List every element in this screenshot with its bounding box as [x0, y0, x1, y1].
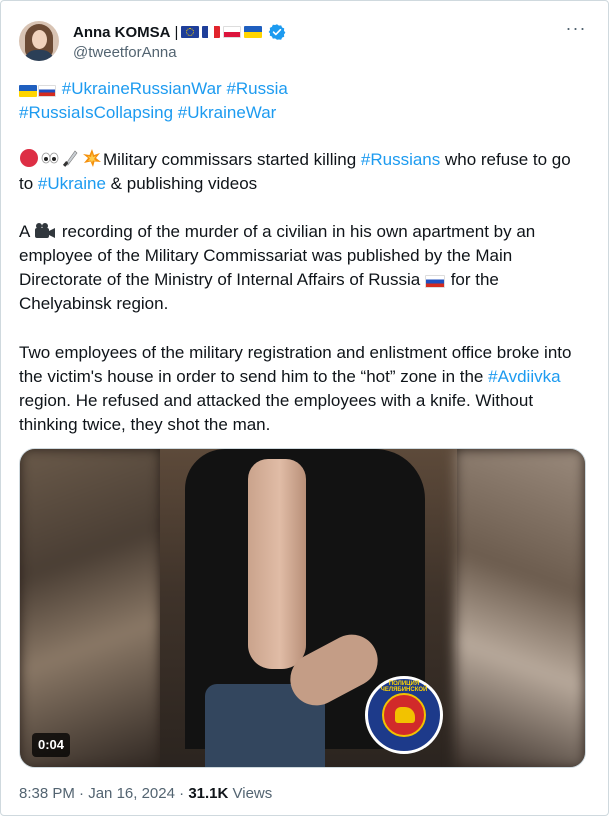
video-subject-torso: [248, 459, 306, 669]
france-flag-icon: [202, 26, 221, 38]
tweet-text: & publishing videos: [105, 174, 258, 193]
russia-flag-icon: [424, 275, 445, 288]
tweet-meta: 8:38 PM · Jan 16, 2024 · 31.1K Views: [19, 785, 272, 802]
views-label: Views: [232, 785, 273, 802]
poland-flag-icon: [223, 26, 242, 38]
views-count[interactable]: 31.1K: [188, 785, 228, 802]
meta-dot: ·: [79, 785, 85, 802]
video-blur-left: [20, 449, 160, 767]
verified-badge-icon[interactable]: [268, 23, 286, 41]
hashtag-link[interactable]: #Russians: [361, 150, 440, 169]
ukraine-flag-icon: [19, 85, 37, 97]
tweet-paragraph: A recording of the murder of a civilian …: [19, 220, 589, 316]
collision-icon: [83, 149, 101, 167]
tweet-hashtags: #UkraineRussianWar #Russia #RussiaIsColl…: [19, 77, 589, 125]
hashtag-link[interactable]: #UkraineWar: [178, 103, 277, 122]
name-separator: |: [174, 23, 179, 41]
author-names: Anna KOMSA | @tweetforAnna: [73, 22, 286, 61]
more-horizontal-icon[interactable]: ···: [564, 19, 588, 41]
hashtag-link[interactable]: #Russia: [226, 79, 287, 98]
hashtag-link[interactable]: #Avdiivka: [488, 367, 560, 386]
camel-icon: [395, 707, 415, 723]
eu-flag-icon: [181, 26, 200, 38]
tweet-text: Military commissars started killing: [103, 150, 361, 169]
red-circle-icon: [20, 149, 38, 167]
police-emblem-logo: ПОЛИЦИЯ ЧЕЛЯБИНСКОЙ: [365, 676, 443, 754]
video-duration-badge: 0:04: [32, 733, 71, 757]
tweet-time[interactable]: 8:38 PM: [19, 785, 75, 802]
video-player[interactable]: ПОЛИЦИЯ ЧЕЛЯБИНСКОЙ 0:04: [19, 448, 586, 768]
meta-dot: ·: [179, 785, 185, 802]
knife-icon: [62, 150, 78, 167]
tweet-header: Anna KOMSA | @tweetforAnna ···: [19, 19, 590, 63]
hashtag-link[interactable]: #UkraineRussianWar: [62, 79, 222, 98]
video-blur-right: [455, 449, 585, 767]
tweet-text: A: [19, 222, 35, 241]
author-handle[interactable]: @tweetforAnna: [73, 44, 286, 61]
tweet-paragraph: Military commissars started killing #Rus…: [19, 148, 589, 196]
tweet-paragraph: Two employees of the military registrati…: [19, 341, 589, 437]
tweet-card: Anna KOMSA | @tweetforAnna ··· #UkraineR…: [0, 0, 609, 816]
author-display-name[interactable]: Anna KOMSA: [73, 24, 171, 41]
video-camera-icon: [35, 223, 56, 238]
russia-flag-icon: [38, 85, 56, 97]
tweet-date[interactable]: Jan 16, 2024: [88, 785, 175, 802]
author-avatar[interactable]: [19, 21, 59, 61]
eyes-icon: [41, 152, 59, 164]
hashtag-link[interactable]: #Ukraine: [38, 174, 106, 193]
emblem-lettering: ПОЛИЦИЯ ЧЕЛЯБИНСКОЙ: [380, 681, 428, 693]
tweet-text: region. He refused and attacked the empl…: [19, 391, 534, 434]
hashtag-link[interactable]: #RussiaIsCollapsing: [19, 103, 173, 122]
ukraine-flag-icon: [244, 26, 263, 38]
